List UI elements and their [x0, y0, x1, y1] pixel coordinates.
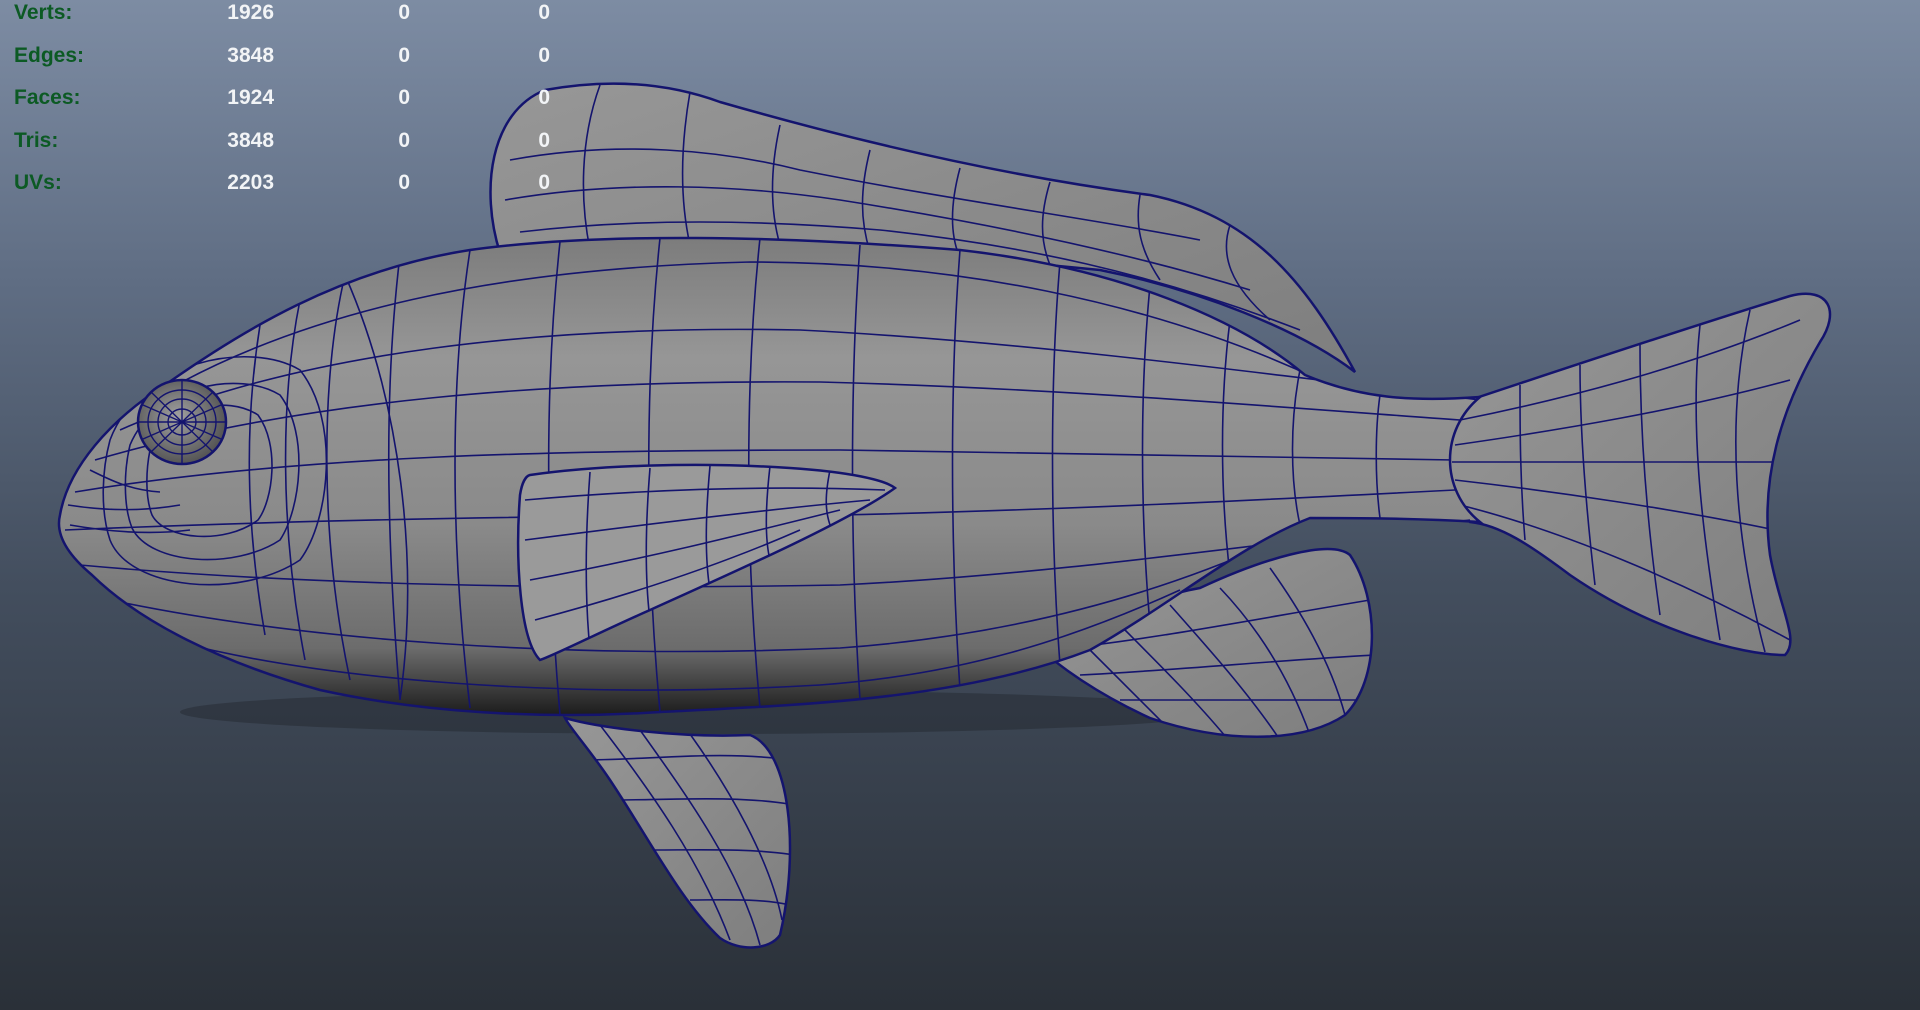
verts-object-value: 1926	[227, 1, 274, 24]
faces-component-value: 0	[538, 86, 550, 109]
edges-object-value: 3848	[227, 43, 274, 67]
edges-label: Edges:	[14, 43, 85, 67]
tail-fin	[1442, 292, 1832, 657]
tris-selected-value: 0	[398, 128, 410, 152]
hud-row-verts: Verts: 1926 0 0	[14, 0, 574, 35]
uvs-object-value: 2203	[227, 171, 274, 194]
faces-label: Faces:	[14, 86, 81, 109]
uvs-label: UVs:	[14, 171, 62, 194]
hud-row-uvs: UVs: 2203 0 0	[14, 162, 574, 205]
hud-row-tris: Tris: 3848 0 0	[14, 120, 574, 163]
poly-count-hud: Verts: 1926 0 0 Edges: 3848 0 0 Faces: 1…	[14, 0, 574, 205]
uvs-component-value: 0	[538, 171, 550, 194]
edges-component-value: 0	[538, 43, 550, 67]
pelvic-fin	[562, 716, 792, 949]
verts-label: Verts:	[14, 1, 73, 24]
verts-selected-value: 0	[398, 1, 410, 24]
hud-row-faces: Faces: 1924 0 0	[14, 77, 574, 120]
eye	[136, 378, 228, 466]
tris-label: Tris:	[14, 128, 59, 152]
verts-component-value: 0	[538, 1, 550, 24]
edges-selected-value: 0	[398, 43, 410, 67]
tris-object-value: 3848	[227, 128, 274, 152]
tris-component-value: 0	[538, 128, 550, 152]
3d-viewport[interactable]: Verts: 1926 0 0 Edges: 3848 0 0 Faces: 1…	[0, 0, 1920, 1010]
faces-selected-value: 0	[398, 86, 410, 109]
faces-object-value: 1924	[227, 86, 274, 109]
hud-row-edges: Edges: 3848 0 0	[14, 35, 574, 78]
uvs-selected-value: 0	[398, 171, 410, 194]
